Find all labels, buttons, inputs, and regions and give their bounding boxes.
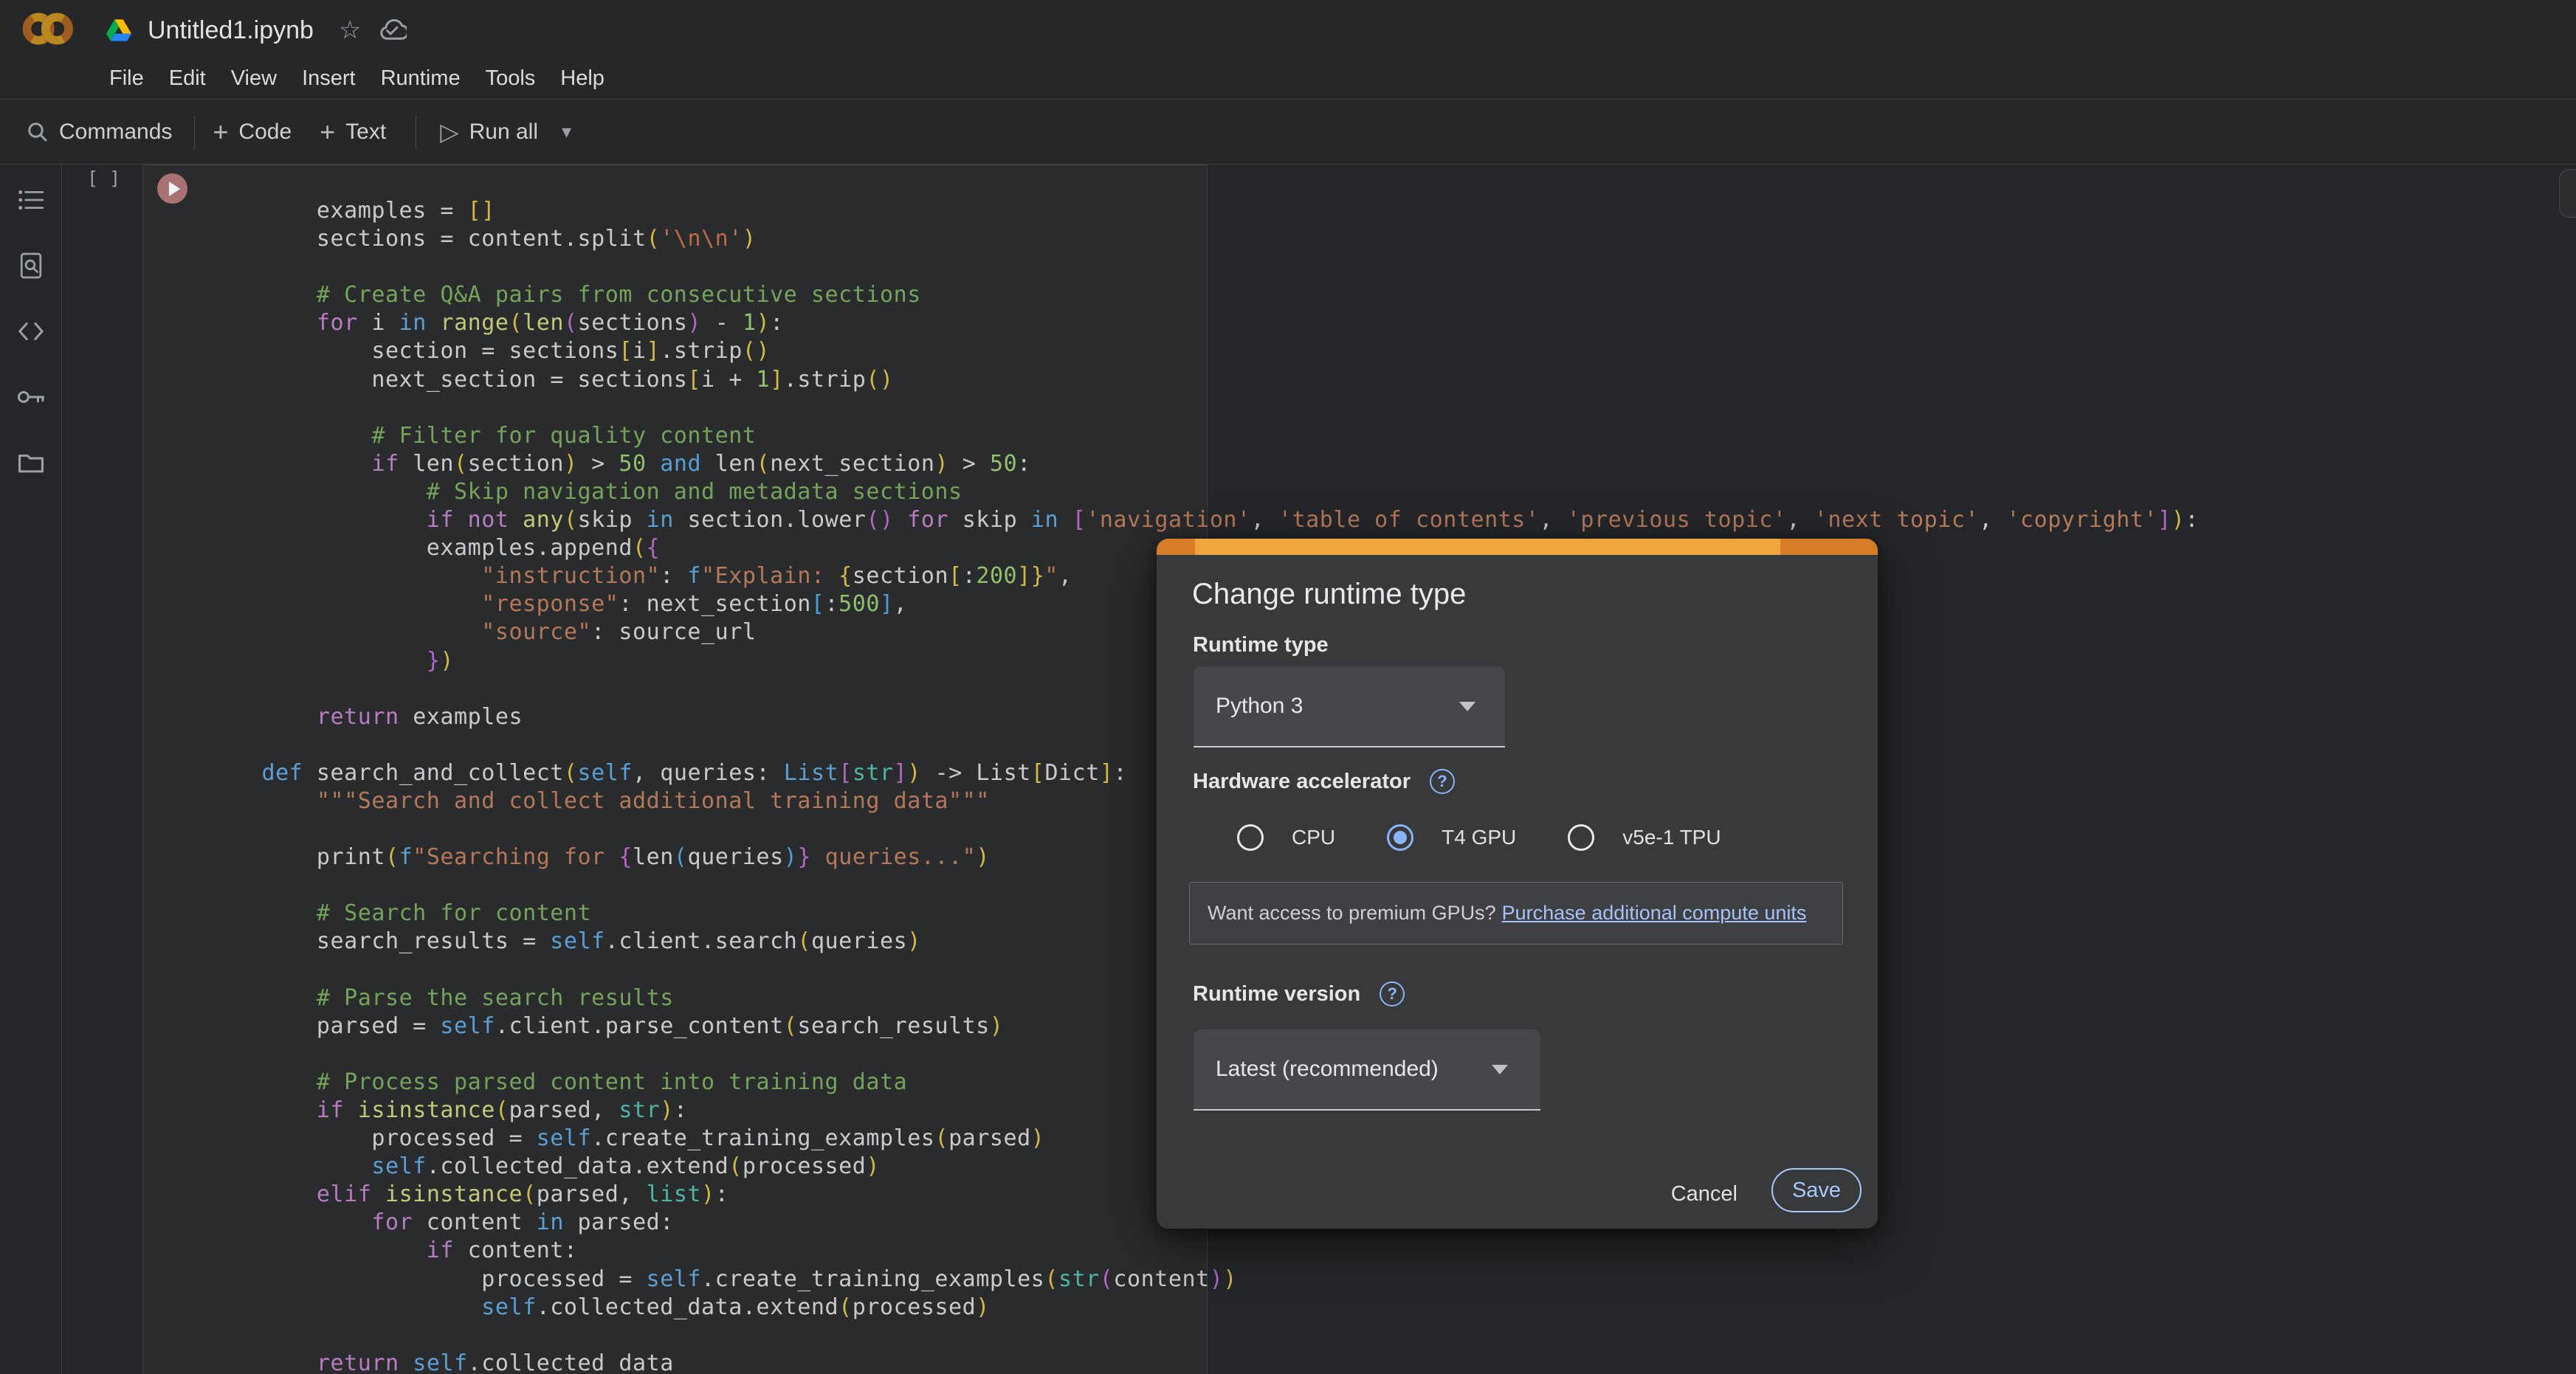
run-all-menu-caret[interactable]: ▾ — [562, 120, 571, 143]
chevron-down-icon — [1459, 702, 1475, 711]
code-snippets-icon[interactable] — [16, 317, 46, 346]
radio-label: CPU — [1292, 826, 1335, 849]
find-replace-icon[interactable] — [16, 251, 46, 280]
radio-unselected-icon[interactable] — [1568, 824, 1594, 851]
cell-execution-gutter[interactable]: [ ] — [87, 168, 120, 189]
toolbar: Commands + Code + Text ▷ Run all ▾ — [0, 100, 2576, 165]
code-line[interactable]: # Create Q&A pairs from consecutive sect… — [207, 281, 2199, 309]
code-line[interactable]: if len(section) > 50 and len(next_sectio… — [207, 450, 2199, 478]
help-icon[interactable]: ? — [1430, 769, 1455, 794]
code-cell: examples = [] sections = content.split('… — [142, 165, 1208, 1374]
code-line[interactable]: processed = self.create_training_example… — [207, 1266, 2199, 1294]
colab-logo-icon[interactable] — [21, 9, 83, 49]
code-line[interactable]: self.collected_data.extend(processed) — [207, 1294, 2199, 1322]
toolbar-divider — [194, 116, 195, 148]
accelerator-radio-group: CPU T4 GPU v5e-1 TPU — [1157, 822, 1878, 853]
play-icon — [169, 182, 180, 196]
code-line[interactable] — [207, 1322, 2199, 1350]
menu-view[interactable]: View — [218, 66, 289, 91]
code-line[interactable]: sections = content.split('\n\n') — [207, 225, 2199, 253]
menu-edit[interactable]: Edit — [156, 66, 218, 91]
play-outline-icon: ▷ — [440, 117, 458, 146]
secrets-key-icon[interactable] — [16, 382, 46, 412]
runtime-type-select[interactable]: Python 3 — [1194, 666, 1505, 748]
cancel-button[interactable]: Cancel — [1671, 1182, 1738, 1206]
code-line[interactable] — [207, 253, 2199, 281]
purchase-compute-units-link[interactable]: Purchase additional compute units — [1502, 902, 1807, 925]
code-line[interactable]: # Filter for quality content — [207, 422, 2199, 450]
add-text-cell-button[interactable]: + Text — [320, 119, 386, 145]
run-all-button[interactable]: ▷ Run all — [440, 117, 538, 146]
radio-label: v5e-1 TPU — [1622, 826, 1721, 849]
add-code-cell-button[interactable]: + Code — [213, 119, 292, 145]
code-line[interactable]: section = sections[i].strip() — [207, 337, 2199, 365]
radio-option-t4-gpu[interactable]: T4 GPU — [1387, 824, 1516, 851]
change-runtime-dialog: Change runtime type Runtime type Python … — [1157, 539, 1878, 1229]
hardware-accelerator-label: Hardware accelerator ? — [1193, 769, 1455, 794]
menu-file[interactable]: File — [97, 66, 156, 91]
code-line[interactable]: return self.collected_data — [207, 1350, 2199, 1374]
plus-icon: + — [320, 119, 335, 145]
code-line[interactable]: examples = [] — [207, 197, 2199, 225]
radio-unselected-icon[interactable] — [1237, 824, 1264, 851]
runtime-type-label: Runtime type — [1193, 633, 1329, 657]
plus-icon: + — [213, 119, 228, 145]
notebook-area: [ ] examples = [] sections = content.spl… — [0, 165, 2576, 1374]
runtime-version-select[interactable]: Latest (recommended) — [1194, 1029, 1540, 1111]
menu-bar: FileEditViewInsertRuntimeToolsHelp — [97, 59, 617, 97]
radio-option-cpu[interactable]: CPU — [1237, 824, 1335, 851]
code-line[interactable]: # Skip navigation and metadata sections — [207, 478, 2199, 506]
code-line[interactable]: if content: — [207, 1237, 2199, 1265]
menu-runtime[interactable]: Runtime — [368, 66, 473, 91]
code-line[interactable]: next_section = sections[i + 1].strip() — [207, 366, 2199, 394]
menu-tools[interactable]: Tools — [473, 66, 548, 91]
menu-help[interactable]: Help — [548, 66, 617, 91]
code-line[interactable] — [207, 394, 2199, 422]
radio-label: T4 GPU — [1442, 826, 1516, 849]
run-cell-button[interactable] — [157, 173, 187, 204]
left-sidebar — [0, 165, 62, 1374]
panel-toggle-tab[interactable] — [2559, 169, 2576, 218]
save-button[interactable]: Save — [1771, 1168, 1862, 1212]
notebook-title[interactable]: Untitled1.ipynb — [148, 16, 314, 45]
code-line[interactable]: if not any(skip in section.lower() for s… — [207, 506, 2199, 534]
star-icon[interactable]: ☆ — [339, 15, 361, 45]
files-folder-icon[interactable] — [16, 448, 46, 477]
drive-icon — [106, 19, 131, 41]
table-of-contents-icon[interactable] — [16, 185, 46, 215]
dialog-accent-stripe — [1157, 539, 1878, 555]
cloud-saved-icon — [377, 19, 407, 41]
menu-insert[interactable]: Insert — [289, 66, 368, 91]
radio-selected-icon[interactable] — [1387, 824, 1413, 851]
colab-window: Untitled1.ipynb ☆ FileEditViewInsertRunt… — [0, 0, 2576, 1374]
dialog-title: Change runtime type — [1192, 578, 1466, 611]
help-icon[interactable]: ? — [1380, 981, 1405, 1007]
runtime-version-label: Runtime version ? — [1193, 981, 1405, 1007]
code-line[interactable]: for i in range(len(sections) - 1): — [207, 309, 2199, 337]
search-icon — [27, 121, 49, 143]
chevron-down-icon — [1492, 1065, 1508, 1074]
commands-button[interactable]: Commands — [27, 120, 172, 145]
app-header: Untitled1.ipynb ☆ FileEditViewInsertRunt… — [0, 0, 2576, 100]
premium-gpu-notice: Want access to premium GPUs? Purchase ad… — [1189, 882, 1843, 945]
radio-option-v5e-1-tpu[interactable]: v5e-1 TPU — [1568, 824, 1721, 851]
